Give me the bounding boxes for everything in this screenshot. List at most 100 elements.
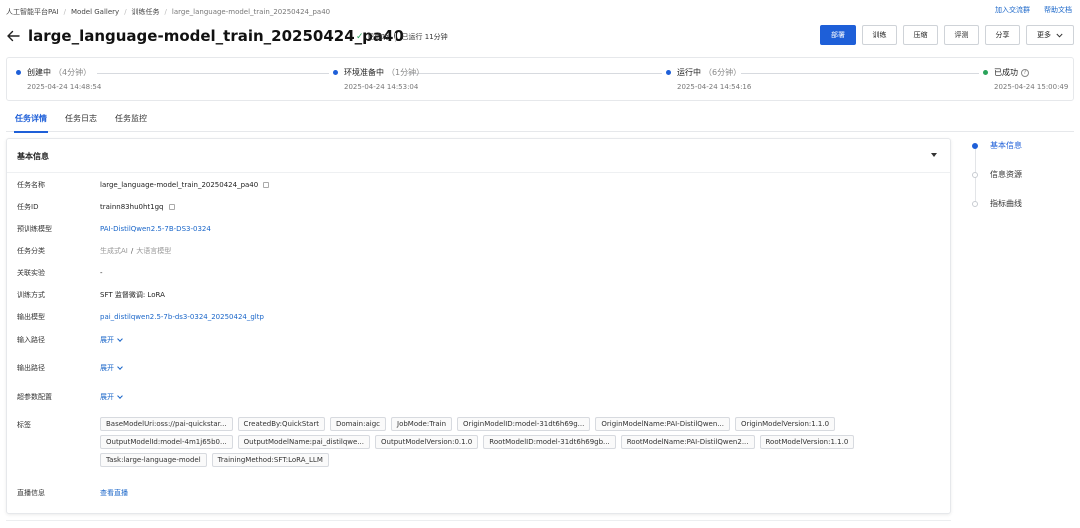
- step-time: 2025-04-24 14:48:54: [27, 83, 102, 91]
- breadcrumb-separator: /: [124, 8, 127, 16]
- status-divider: [394, 32, 396, 42]
- breadcrumb-separator: /: [63, 8, 66, 16]
- input-path-expand-button[interactable]: 展开: [100, 335, 123, 345]
- help-docs-link[interactable]: 帮助文档: [1044, 5, 1072, 15]
- step-name: 运行中: [677, 68, 701, 77]
- related-experiment-value: -: [100, 269, 103, 277]
- basic-info-panel: 基本信息 任务名称 large_language-model_train_202…: [6, 138, 951, 514]
- pretrained-model-link[interactable]: PAI-DistilQwen2.5-7B-DS3-0324: [100, 225, 211, 233]
- expand-label: 展开: [100, 336, 114, 344]
- status-timeline: 创建中 （4分钟） 2025-04-24 14:48:54 环境准备中 （1分钟） …: [6, 57, 1074, 101]
- field-output-model: 输出模型 pai_distilqwen2.5-7b-ds3-0324_20250…: [17, 312, 264, 322]
- train-button[interactable]: 训练: [862, 25, 897, 45]
- category-separator: /: [130, 247, 134, 255]
- step-duration: （1分钟）: [387, 68, 425, 77]
- anchor-dot: [972, 171, 978, 178]
- tag-item: Domain:aigc: [329, 417, 386, 431]
- timeline-step-env-preparing: 环境准备中 （1分钟） 2025-04-24 14:53:04: [333, 67, 424, 91]
- field-output-path: 输出路径 展开: [17, 363, 123, 373]
- step-name: 创建中: [27, 68, 51, 77]
- collapse-caret-icon[interactable]: [931, 153, 937, 157]
- field-label: 直播信息: [17, 489, 45, 497]
- anchor-metric-curves[interactable]: 指标曲线: [972, 198, 1022, 209]
- panel-title: 基本信息: [17, 152, 49, 161]
- output-path-expand-button[interactable]: 展开: [100, 363, 123, 373]
- field-hyperparams: 超参数配置 展开: [17, 392, 123, 402]
- field-task-name: 任务名称 large_language-model_train_20250424…: [17, 180, 270, 190]
- chevron-down-icon: [117, 335, 123, 342]
- step-dot: [333, 70, 338, 75]
- tag-item: OriginModelVersion:1.1.0: [734, 417, 836, 431]
- step-time: 2025-04-24 14:53:04: [344, 83, 419, 91]
- back-arrow-icon[interactable]: [6, 29, 20, 43]
- running-time: 已运行 11分钟: [401, 33, 448, 41]
- step-name: 环境准备中: [344, 68, 384, 77]
- help-icon[interactable]: ?: [1021, 68, 1029, 77]
- evaluate-button[interactable]: 评测: [944, 25, 979, 45]
- timeline-step-running: 运行中 （6分钟） 2025-04-24 14:54:16: [666, 67, 751, 91]
- tag-item: OriginModelID:model-31dt6h69g...: [457, 417, 591, 431]
- breadcrumb: 人工智能平台PAI / Model Gallery / 训练任务 / large…: [6, 7, 330, 17]
- more-button[interactable]: 更多: [1026, 25, 1074, 45]
- tag-item: OutputModelName:pai_distilqwe...: [237, 435, 371, 449]
- breadcrumb-item-pai[interactable]: 人工智能平台PAI: [6, 7, 59, 17]
- tag-item: Task:large-language-model: [100, 453, 207, 467]
- compress-button[interactable]: 压缩: [903, 25, 938, 45]
- category-primary: 生成式AI: [100, 247, 128, 255]
- page-header: large_language-model_train_20250424_pa40…: [0, 22, 1080, 52]
- success-check-icon: ✓: [356, 31, 364, 42]
- anchor-basic-info[interactable]: 基本信息: [972, 140, 1022, 151]
- hyperparams-expand-button[interactable]: 展开: [100, 392, 123, 402]
- tags-label: 标签: [17, 421, 31, 429]
- status-area: ✓ 已成功 已运行 11分钟: [356, 32, 448, 42]
- chevron-down-icon: [117, 392, 123, 399]
- anchor-nav: 基本信息 信息资源 指标曲线: [972, 137, 1072, 217]
- field-label: 任务分类: [17, 247, 45, 255]
- join-group-link[interactable]: 加入交流群: [995, 5, 1030, 15]
- step-duration: （4分钟）: [54, 68, 92, 77]
- field-live-info: 直播信息 查看直播: [17, 488, 128, 498]
- step-name: 已成功: [994, 68, 1018, 77]
- top-links: 加入交流群 帮助文档: [995, 5, 1072, 15]
- deploy-button[interactable]: 部署: [820, 25, 856, 45]
- anchor-resources[interactable]: 信息资源: [972, 169, 1022, 180]
- field-label: 任务名称: [17, 181, 45, 189]
- expand-label: 展开: [100, 364, 114, 372]
- timeline-connector: [741, 73, 979, 74]
- breadcrumb-item-model-gallery[interactable]: Model Gallery: [71, 8, 119, 16]
- anchor-label: 指标曲线: [990, 199, 1022, 208]
- tab-task-logs[interactable]: 任务日志: [56, 108, 106, 132]
- tag-item: RootModelID:model-31dt6h69gb...: [483, 435, 616, 449]
- step-time: 2025-04-24 14:54:16: [677, 83, 752, 91]
- tab-bar: 任务详情 任务日志 任务监控: [6, 108, 1074, 133]
- task-id-value: trainn83hu0ht1gq: [100, 203, 164, 211]
- status-badge: 已成功: [367, 33, 389, 41]
- tab-task-monitoring[interactable]: 任务监控: [106, 108, 156, 132]
- view-live-link[interactable]: 查看直播: [100, 488, 128, 498]
- action-buttons: 部署 训练 压缩 评测 分享 更多: [820, 25, 1074, 45]
- step-time: 2025-04-24 15:00:49: [994, 83, 1069, 91]
- tag-item: OutputModelVersion:0.1.0: [375, 435, 479, 449]
- breadcrumb-item-training-tasks[interactable]: 训练任务: [132, 7, 160, 17]
- panel-divider: [7, 172, 950, 173]
- field-label: 任务ID: [17, 203, 39, 211]
- field-label: 输入路径: [17, 336, 45, 344]
- share-button[interactable]: 分享: [985, 25, 1020, 45]
- field-input-path: 输入路径 展开: [17, 335, 123, 345]
- field-related-experiment: 关联实验 -: [17, 268, 103, 278]
- tag-item: TrainingMethod:SFT:LoRA_LLM: [211, 453, 329, 467]
- output-model-link[interactable]: pai_distilqwen2.5-7b-ds3-0324_20250424_g…: [100, 313, 264, 321]
- copy-icon[interactable]: [168, 204, 175, 210]
- field-value: trainn83hu0ht1gq: [100, 203, 175, 211]
- field-label: 超参数配置: [17, 393, 52, 401]
- tags-list: BaseModelUri:oss://pai-quickstar... Crea…: [100, 417, 860, 467]
- field-training-method: 训练方式 SFT 监督微调: LoRA: [17, 290, 165, 300]
- copy-icon[interactable]: [263, 182, 270, 188]
- top-bar: 人工智能平台PAI / Model Gallery / 训练任务 / large…: [0, 0, 1080, 22]
- anchor-dot: [972, 142, 978, 149]
- more-button-label: 更多: [1037, 31, 1051, 39]
- step-duration: （6分钟）: [704, 68, 742, 77]
- breadcrumb-item-current: large_language-model_train_20250424_pa40: [171, 8, 331, 16]
- field-label: 输出模型: [17, 313, 45, 321]
- tab-task-details[interactable]: 任务详情: [6, 108, 56, 133]
